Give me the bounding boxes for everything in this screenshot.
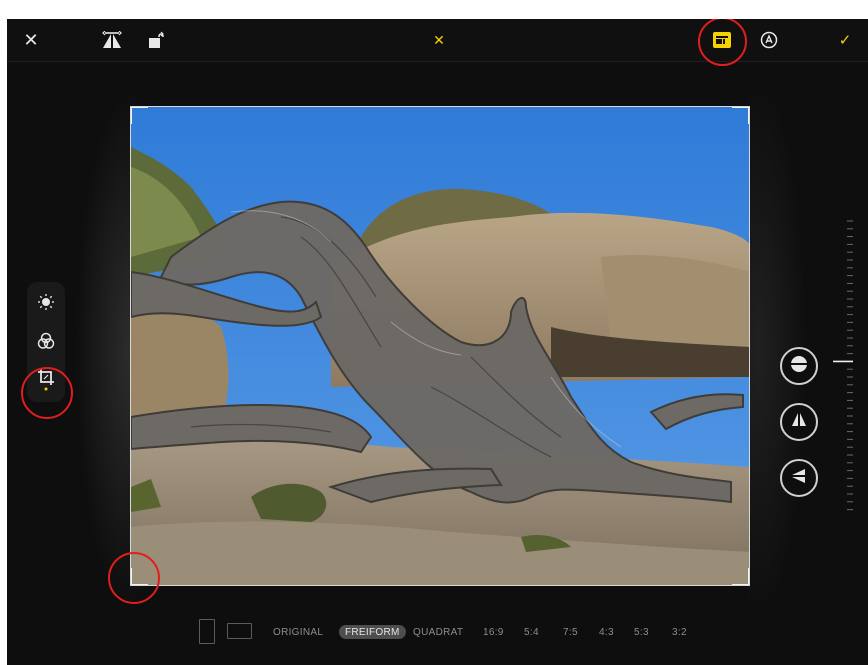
sidebar-item-filters[interactable] [27,328,65,358]
crop-handle-bottom-right[interactable] [732,568,749,585]
markup-button[interactable] [757,19,781,61]
aspect-option[interactable]: 16:9 [483,625,504,639]
landscape-orientation-button[interactable] [227,623,252,639]
horizontal-perspective-icon [789,466,809,491]
filters-icon [37,332,55,355]
adjust-icon [37,293,55,316]
markup-icon [760,31,778,49]
vertical-perspective-icon [789,410,809,435]
aspect-option[interactable]: ORIGINAL [273,625,323,639]
straighten-button[interactable] [780,347,818,385]
aspect-option[interactable]: 3:2 [672,625,687,639]
sidebar-item-adjust[interactable] [27,289,65,319]
aspect-option[interactable]: 5:4 [524,625,539,639]
flip-horizontal-icon [101,31,123,49]
aspect-option[interactable]: 5:3 [634,625,649,639]
reset-button[interactable]: ✕ [427,19,451,61]
photo-editor-app: ✕ ✕ ✓ ORIGINAL FREIFORM QUADRAT 16:9 5:4… [7,19,868,665]
aspect-option[interactable]: 4:3 [599,625,614,639]
photo-image [131,107,749,585]
straighten-icon [789,354,809,379]
rotate-icon [147,31,167,49]
crop-photo[interactable] [130,106,750,586]
highlight-circle-crop [21,367,73,419]
aspect-option[interactable]: FREIFORM [339,625,406,639]
portrait-orientation-button[interactable] [199,619,215,644]
cancel-button[interactable]: ✕ [17,19,45,61]
highlight-circle-corner [108,552,160,604]
aspect-option[interactable]: 7:5 [563,625,578,639]
crop-handle-top-left[interactable] [131,107,148,124]
flip-horizontal-button[interactable] [99,19,125,61]
horizontal-perspective-button[interactable] [780,459,818,497]
rotate-button[interactable] [144,19,170,61]
vertical-perspective-button[interactable] [780,403,818,441]
straighten-dial[interactable] [833,219,857,514]
crop-handle-top-right[interactable] [732,107,749,124]
done-button[interactable]: ✓ [833,19,857,61]
aspect-option[interactable]: QUADRAT [413,625,463,639]
highlight-circle-aspect [698,19,747,66]
